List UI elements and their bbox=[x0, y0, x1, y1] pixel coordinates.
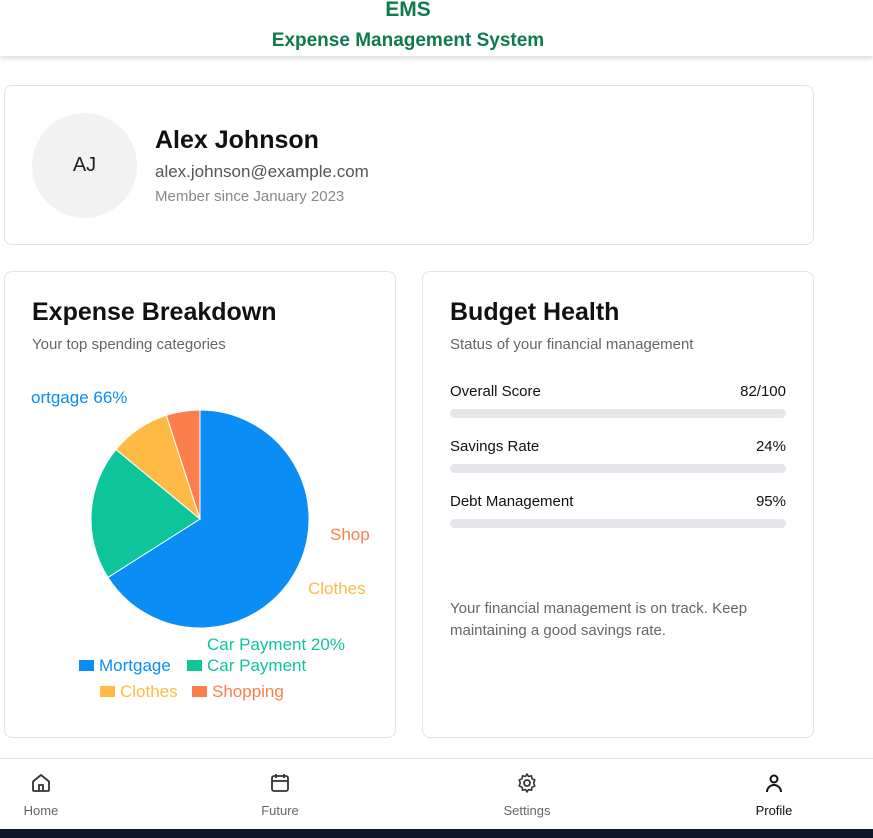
legend-label: Mortgage bbox=[99, 656, 171, 675]
legend-swatch bbox=[100, 686, 115, 697]
nav-settings[interactable]: Settings bbox=[477, 771, 577, 818]
slice-label: Clothes bbox=[308, 579, 366, 598]
metric-label: Savings Rate bbox=[450, 438, 540, 455]
expense-breakdown-card: Expense Breakdown Your top spending cate… bbox=[4, 271, 396, 738]
nav-label: Profile bbox=[755, 803, 793, 818]
app-short-title: EMS bbox=[385, 0, 431, 21]
expense-pie-chart: ortgage 66% Car Payment 20% Clothes Shop Mor… bbox=[31, 388, 370, 701]
legend-item-clothes[interactable]: Clothes bbox=[100, 682, 178, 701]
legend-label: Clothes bbox=[120, 682, 178, 701]
progress-bar bbox=[450, 519, 786, 528]
nav-profile[interactable]: Profile bbox=[724, 771, 824, 818]
budget-health-card: Budget Health Status of your financial m… bbox=[422, 271, 814, 738]
nav-future[interactable]: Future bbox=[230, 771, 330, 818]
legend-item-car-payment[interactable]: Car Payment bbox=[187, 656, 306, 675]
profile-email: alex.johnson@example.com bbox=[155, 162, 369, 181]
metric-label: Debt Management bbox=[450, 493, 574, 510]
budget-title: Budget Health bbox=[450, 298, 620, 326]
metric-value: 95% bbox=[755, 493, 786, 510]
legend-label: Car Payment bbox=[207, 656, 306, 675]
progress-bar bbox=[450, 464, 786, 473]
slice-label: Car Payment 20% bbox=[207, 635, 345, 654]
member-since: Member since January 2023 bbox=[155, 188, 345, 205]
nav-label: Future bbox=[261, 803, 299, 818]
gear-icon bbox=[518, 773, 536, 793]
profile-name: Alex Johnson bbox=[155, 126, 319, 154]
legend-swatch bbox=[79, 660, 94, 671]
progress-bar bbox=[450, 409, 786, 418]
home-icon bbox=[32, 774, 50, 792]
profile-card: AJ Alex Johnson alex.johnson@example.com… bbox=[4, 85, 814, 245]
legend-swatch bbox=[192, 686, 207, 697]
app-title: Expense Management System bbox=[271, 30, 545, 51]
slice-label: ortgage 66% bbox=[31, 388, 127, 407]
expense-title: Expense Breakdown bbox=[32, 298, 277, 326]
user-icon bbox=[766, 774, 782, 793]
metric-value: 24% bbox=[755, 438, 786, 455]
metric-value: 82/100 bbox=[740, 383, 786, 400]
bottom-nav: Home Future Settings Profile bbox=[0, 758, 873, 830]
metric-label: Overall Score bbox=[450, 383, 541, 400]
legend-item-shopping[interactable]: Shopping bbox=[192, 682, 284, 701]
legend-label: Shopping bbox=[212, 682, 284, 701]
legend-swatch bbox=[187, 660, 202, 671]
nav-label: Settings bbox=[503, 803, 551, 818]
avatar[interactable]: AJ bbox=[32, 113, 137, 218]
app-header: EMS Expense Management System bbox=[0, 0, 873, 56]
expense-subtitle: Your top spending categories bbox=[32, 336, 226, 353]
budget-subtitle: Status of your financial management bbox=[450, 336, 694, 353]
budget-note: Your financial management is on track. K… bbox=[450, 600, 748, 639]
nav-home[interactable]: Home bbox=[0, 771, 91, 818]
nav-label: Home bbox=[23, 803, 59, 818]
slice-label: Shop bbox=[330, 525, 370, 544]
bottom-bar bbox=[0, 829, 873, 838]
calendar-icon bbox=[271, 774, 289, 792]
legend-item-mortgage[interactable]: Mortgage bbox=[79, 656, 171, 675]
